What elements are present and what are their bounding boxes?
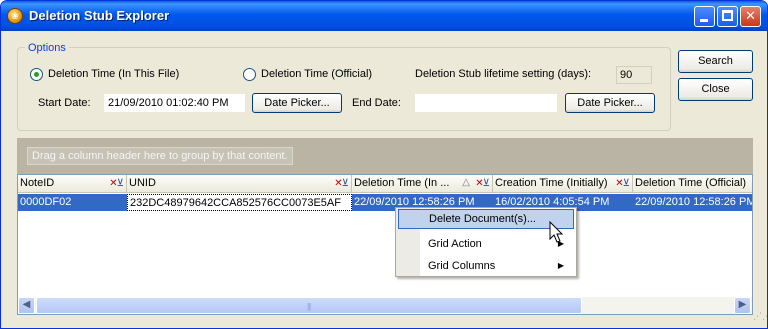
minimize-icon [700,19,708,22]
column-header-unid[interactable]: UNID ✕⊻ [127,175,352,193]
options-group [17,47,671,131]
window-title: Deletion Stub Explorer [29,8,170,23]
column-header-label: Deletion Time (Official) [635,177,747,189]
column-header-deletion-time-official[interactable]: Deletion Time (Official) [633,175,752,193]
group-by-hint: Drag a column header here to group by th… [27,147,293,165]
search-button[interactable]: Search [678,50,753,73]
filter-icon[interactable]: ✕⊻ [475,178,490,189]
mouse-cursor-icon [549,221,564,243]
cell-unid[interactable]: 232DC48979642CCA852576CC0073E5AF [127,194,352,211]
table-row[interactable]: 0000DF02 232DC48979642CCA852576CC0073E5A… [18,194,752,211]
scrollbar-thumb[interactable]: ||| [36,297,582,314]
close-icon: ✕ [745,8,756,23]
cell-deletion-time-official[interactable]: 22/09/2010 12:58:26 PM [633,194,752,211]
column-header-label: Deletion Time (In ... [354,177,450,189]
start-date-label: Start Date: [38,97,91,109]
menu-item-delete-documents[interactable]: Delete Document(s)... [398,209,574,229]
app-icon: ❀ [7,8,23,24]
column-header-label: Creation Time (Initially) [495,177,608,189]
lifetime-label: Deletion Stub lifetime setting (days): [415,68,592,80]
horizontal-scrollbar[interactable]: ◀ ||| ▶ [18,297,752,314]
start-date-picker-button[interactable]: Date Picker... [252,93,342,113]
column-header-noteid[interactable]: NoteID ✕⊻ [18,175,127,193]
resize-grip-icon[interactable]: ⋰⋰ [753,312,767,327]
column-header-creation-time[interactable]: Creation Time (Initially) ✕⊻ [493,175,633,193]
radio-label-official[interactable]: Deletion Time (Official) [261,68,372,80]
filter-icon[interactable]: ✕⊻ [334,178,349,189]
start-date-field[interactable]: 21/09/2010 01:02:40 PM [104,94,245,112]
column-header-label: NoteID [20,177,55,189]
scroll-right-arrow-icon[interactable]: ▶ [734,297,751,314]
menu-item-label: Grid Columns [428,260,496,272]
column-header-deletion-time-in-file[interactable]: Deletion Time (In ... △ ✕⊻ [352,175,493,193]
filter-icon[interactable]: ✕⊻ [109,178,124,189]
title-bar[interactable]: ❀ Deletion Stub Explorer ✕ [1,1,767,31]
grip-icon: ||| [307,302,311,311]
lifetime-value-field: 90 [616,66,652,84]
radio-deletion-time-official[interactable] [243,68,256,81]
minimize-button[interactable] [694,6,715,27]
filter-icon[interactable]: ✕⊻ [615,178,630,189]
deletion-stub-explorer-window: ❀ Deletion Stub Explorer ✕ Options Delet… [0,0,768,329]
end-date-label: End Date: [352,97,401,109]
menu-item-label: Delete Document(s)... [429,213,536,225]
end-date-field[interactable] [415,94,557,112]
menu-item-grid-columns[interactable]: Grid Columns ▶ [422,256,572,276]
options-legend: Options [25,42,69,54]
close-window-button[interactable]: ✕ [740,6,761,27]
submenu-arrow-icon: ▶ [557,261,564,270]
maximize-button[interactable] [717,6,738,27]
deletion-stub-grid[interactable]: NoteID ✕⊻ UNID ✕⊻ Deletion Time (In ... … [17,174,753,315]
end-date-picker-button[interactable]: Date Picker... [565,93,655,113]
menu-item-label: Grid Action [428,238,482,250]
radio-deletion-time-this-file[interactable] [30,68,43,81]
maximize-icon [722,10,733,21]
column-header-label: UNID [129,177,156,189]
cell-noteid[interactable]: 0000DF02 [18,194,127,211]
scroll-left-arrow-icon[interactable]: ◀ [18,297,35,314]
radio-label-this-file[interactable]: Deletion Time (In This File) [48,68,179,80]
sort-ascending-icon: △ [462,177,470,188]
close-button[interactable]: Close [678,78,753,101]
